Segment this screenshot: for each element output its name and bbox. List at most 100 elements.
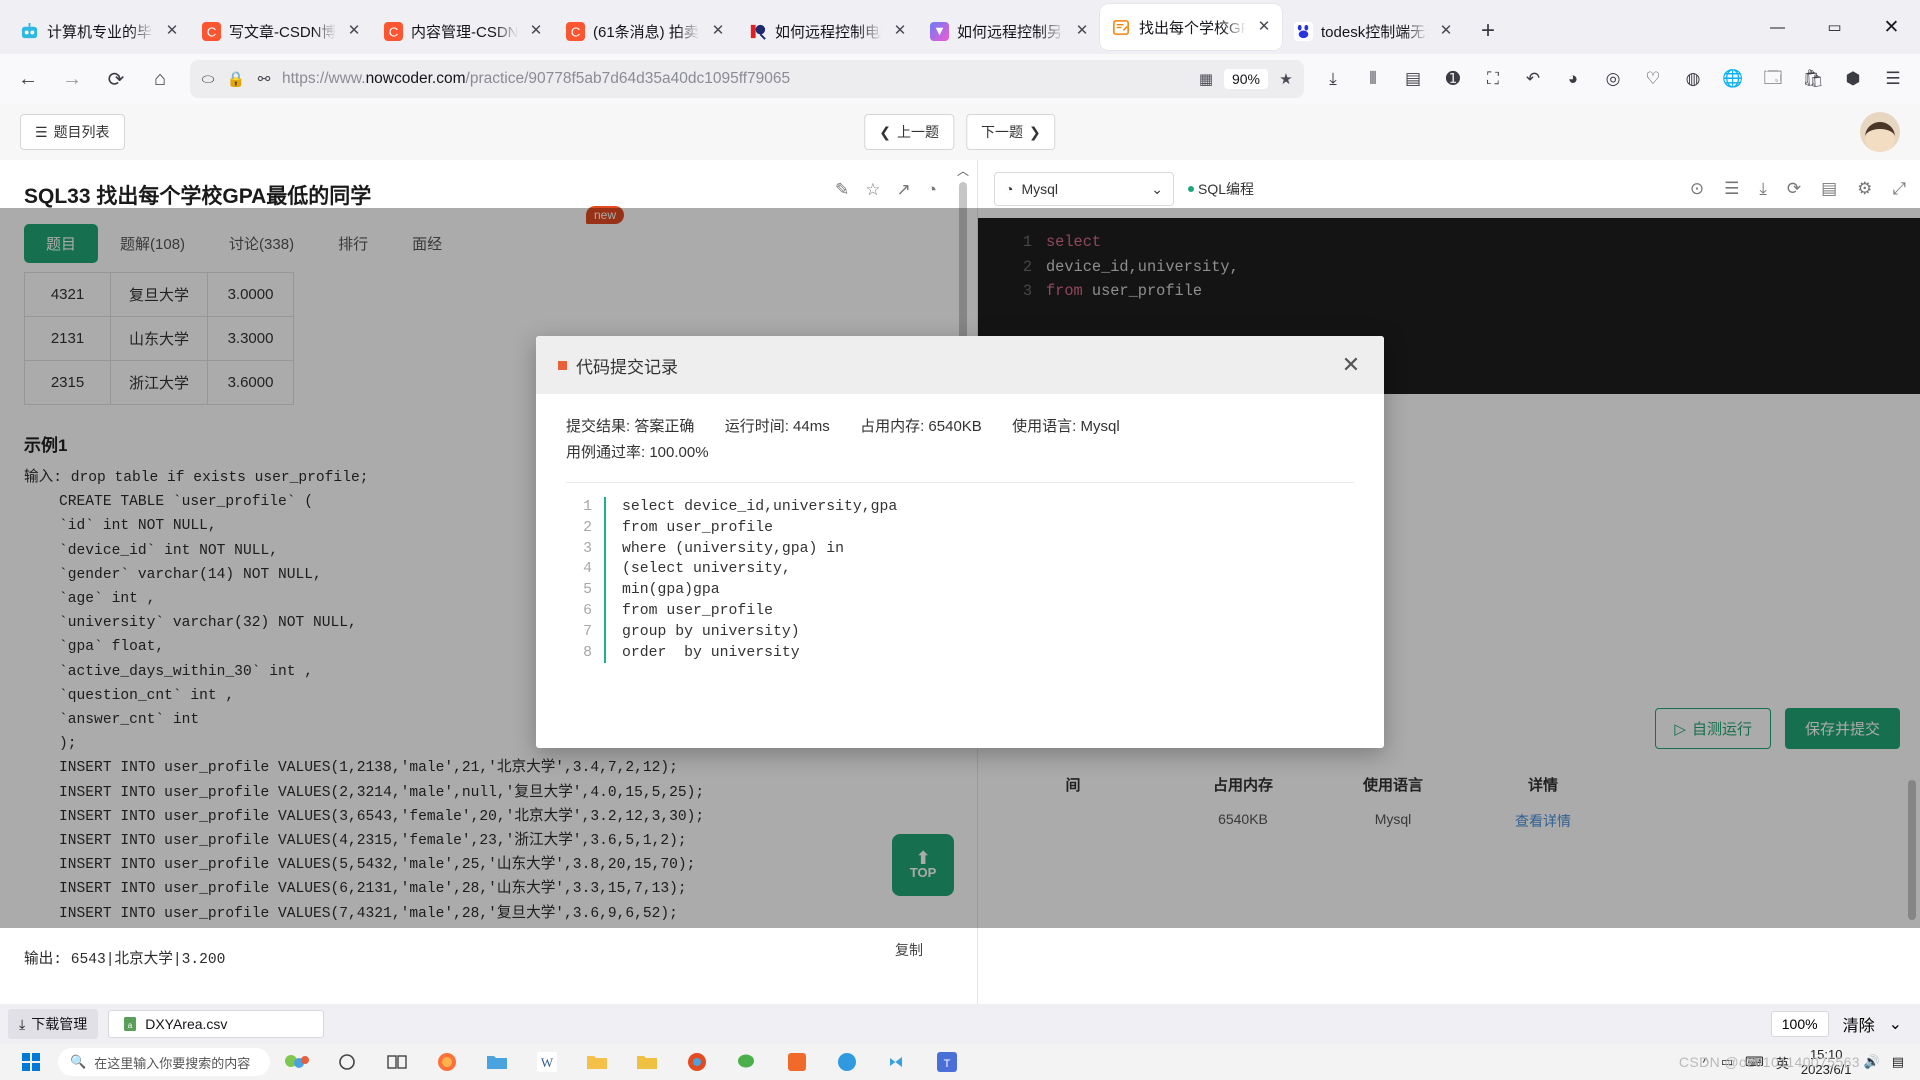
- extension-icon[interactable]: ⬢: [1834, 61, 1872, 97]
- avatar-face: [1865, 122, 1895, 152]
- tab-label: 如何远程控制另一台: [957, 23, 1064, 41]
- close-icon[interactable]: ✕: [1336, 350, 1366, 380]
- shield-icon[interactable]: ⬭: [198, 71, 218, 88]
- browser-tab[interactable]: todesk控制端无法控 ✕: [1282, 8, 1464, 54]
- browser-tab[interactable]: 计算机专业的毕业论 ✕: [8, 8, 190, 54]
- taskbar-item-folder[interactable]: [474, 1044, 520, 1080]
- code-text: order by university: [622, 644, 800, 661]
- bookmark-star-icon[interactable]: ★: [1276, 70, 1296, 88]
- tab-close-icon[interactable]: ✕: [344, 21, 364, 41]
- share-icon[interactable]: ↗: [896, 180, 910, 200]
- menu-icon[interactable]: ☰: [1874, 61, 1912, 97]
- gear-icon[interactable]: ⚙: [1857, 179, 1872, 199]
- download-icon[interactable]: ⤓: [1314, 61, 1352, 97]
- taskbar-item-teams[interactable]: T: [924, 1044, 970, 1080]
- avatar[interactable]: [1860, 112, 1900, 152]
- browser-tab-active[interactable]: 找出每个学校GPA最 ✕: [1100, 4, 1282, 50]
- notify-icon[interactable]: ▤: [1892, 1054, 1904, 1070]
- tab-close-icon[interactable]: ✕: [526, 21, 546, 41]
- download-icon[interactable]: ⤓: [1759, 179, 1767, 199]
- tab-close-icon[interactable]: ✕: [1254, 17, 1274, 37]
- downloaded-file-item[interactable]: a DXYArea.csv: [108, 1010, 325, 1038]
- colorpick-icon[interactable]: ◕: [1554, 61, 1592, 97]
- search-input[interactable]: 🔍 在这里输入你要搜索的内容: [58, 1048, 270, 1076]
- library-icon[interactable]: ⦀: [1354, 61, 1392, 97]
- bag-icon[interactable]: 🛍: [1794, 61, 1832, 97]
- window-close-button[interactable]: ✕: [1863, 0, 1920, 54]
- star-icon[interactable]: ☆: [865, 180, 880, 200]
- firefox-icon: [438, 1053, 456, 1071]
- clock-icon[interactable]: ◔: [927, 180, 937, 200]
- language-select[interactable]: ◔ Mysql ⌄: [994, 172, 1174, 206]
- reload-button[interactable]: ⟳: [96, 61, 136, 97]
- tab-close-icon[interactable]: ✕: [162, 21, 182, 41]
- qrcode-icon[interactable]: ▦: [1196, 70, 1216, 88]
- clock-icon: ◔: [1005, 181, 1014, 197]
- refresh-icon[interactable]: ⟳: [1787, 179, 1801, 199]
- chevron-down-icon[interactable]: ⌄: [1889, 1014, 1902, 1034]
- browser-tab[interactable]: C 写文章-CSDN博客 ✕: [190, 8, 372, 54]
- expand-icon[interactable]: ⤢: [1892, 179, 1906, 199]
- crop-icon[interactable]: ⛶: [1474, 61, 1512, 97]
- taskbar-item-folder2[interactable]: [624, 1044, 670, 1080]
- tab-close-icon[interactable]: ✕: [1072, 21, 1092, 41]
- copy-button[interactable]: 复制: [895, 940, 923, 960]
- modal-info-line-2: 用例通过率: 100.00%: [566, 440, 1354, 466]
- help-icon[interactable]: ⊙: [1690, 179, 1704, 199]
- language-value: Mysql: [1021, 181, 1059, 197]
- taskbar-item-word[interactable]: W: [524, 1044, 570, 1080]
- split-icon[interactable]: ▤: [1821, 179, 1837, 199]
- taskbar-item-chrome[interactable]: [674, 1044, 720, 1080]
- undo-icon[interactable]: ↶: [1514, 61, 1552, 97]
- maximize-button[interactable]: ▭: [1806, 0, 1863, 54]
- scroll-up-icon[interactable]: ︿: [957, 162, 969, 179]
- prev-question-button[interactable]: ❮ 上一题: [864, 114, 954, 150]
- code-text: where (university,gpa) in: [622, 540, 844, 557]
- zoom-level-badge[interactable]: 90%: [1223, 69, 1268, 89]
- browser-tab[interactable]: C (61条消息) 拍卖系统 ✕: [554, 8, 736, 54]
- url-bar[interactable]: ⬭ 🔒 ⚯ https://www.nowcoder.com/practice/…: [190, 60, 1304, 98]
- home-button[interactable]: ⌂: [140, 61, 180, 97]
- globe-icon[interactable]: 🌐: [1714, 61, 1752, 97]
- browser-tab[interactable]: C 内容管理-CSDN创作 ✕: [372, 8, 554, 54]
- back-button[interactable]: ←: [8, 61, 48, 97]
- sync-icon[interactable]: ◍: [1674, 61, 1712, 97]
- taskbar-item-explorer[interactable]: [574, 1044, 620, 1080]
- forward-button[interactable]: →: [52, 61, 92, 97]
- browser-tab[interactable]: 如何远程控制另一台 ✕: [918, 8, 1100, 54]
- tab-close-icon[interactable]: ✕: [1436, 21, 1456, 41]
- question-list-button[interactable]: ☰ 题目列表: [20, 114, 125, 150]
- edit-icon[interactable]: ✎: [835, 180, 849, 200]
- word-icon: W: [537, 1052, 557, 1072]
- taskbar-item-cortana[interactable]: [324, 1044, 370, 1080]
- tab-close-icon[interactable]: ✕: [890, 21, 910, 41]
- permissions-icon[interactable]: ⚯: [254, 70, 274, 88]
- taskbar-item-weather[interactable]: [274, 1044, 320, 1080]
- edge-icon: [838, 1053, 856, 1071]
- taskbar-item-taskview[interactable]: [374, 1044, 420, 1080]
- lock-icon[interactable]: 🔒: [226, 70, 246, 88]
- list-icon[interactable]: ☰: [1724, 179, 1739, 199]
- clear-downloads-button[interactable]: 清除: [1843, 1012, 1875, 1036]
- taskbar-item-app[interactable]: [774, 1044, 820, 1080]
- container-1-icon[interactable]: ➊: [1434, 61, 1472, 97]
- screen-icon[interactable]: 🗔: [1754, 61, 1792, 97]
- next-question-button[interactable]: 下一题 ❯: [966, 114, 1056, 150]
- zhihu-icon: [930, 21, 949, 41]
- browser-tab[interactable]: 如何远程控制电脑? ✕: [736, 8, 918, 54]
- taskbar-item-vscode[interactable]: [874, 1044, 920, 1080]
- shield2-icon[interactable]: ◎: [1594, 61, 1632, 97]
- taskbar-item-wechat[interactable]: [724, 1044, 770, 1080]
- page-zoom-chip[interactable]: 100%: [1770, 1011, 1829, 1037]
- csdn-icon: C: [202, 21, 221, 41]
- heart-icon[interactable]: ♡: [1634, 61, 1672, 97]
- sound-icon[interactable]: 🔊: [1864, 1054, 1880, 1070]
- reader-icon[interactable]: ▤: [1394, 61, 1432, 97]
- new-tab-button[interactable]: +: [1470, 14, 1506, 50]
- minimize-button[interactable]: —: [1749, 0, 1806, 54]
- taskbar-item-firefox[interactable]: [424, 1044, 470, 1080]
- tab-close-icon[interactable]: ✕: [708, 21, 728, 41]
- download-manager-button[interactable]: ⤓ 下载管理: [8, 1009, 99, 1039]
- taskbar-item-edge[interactable]: [824, 1044, 870, 1080]
- start-button[interactable]: [8, 1044, 54, 1080]
